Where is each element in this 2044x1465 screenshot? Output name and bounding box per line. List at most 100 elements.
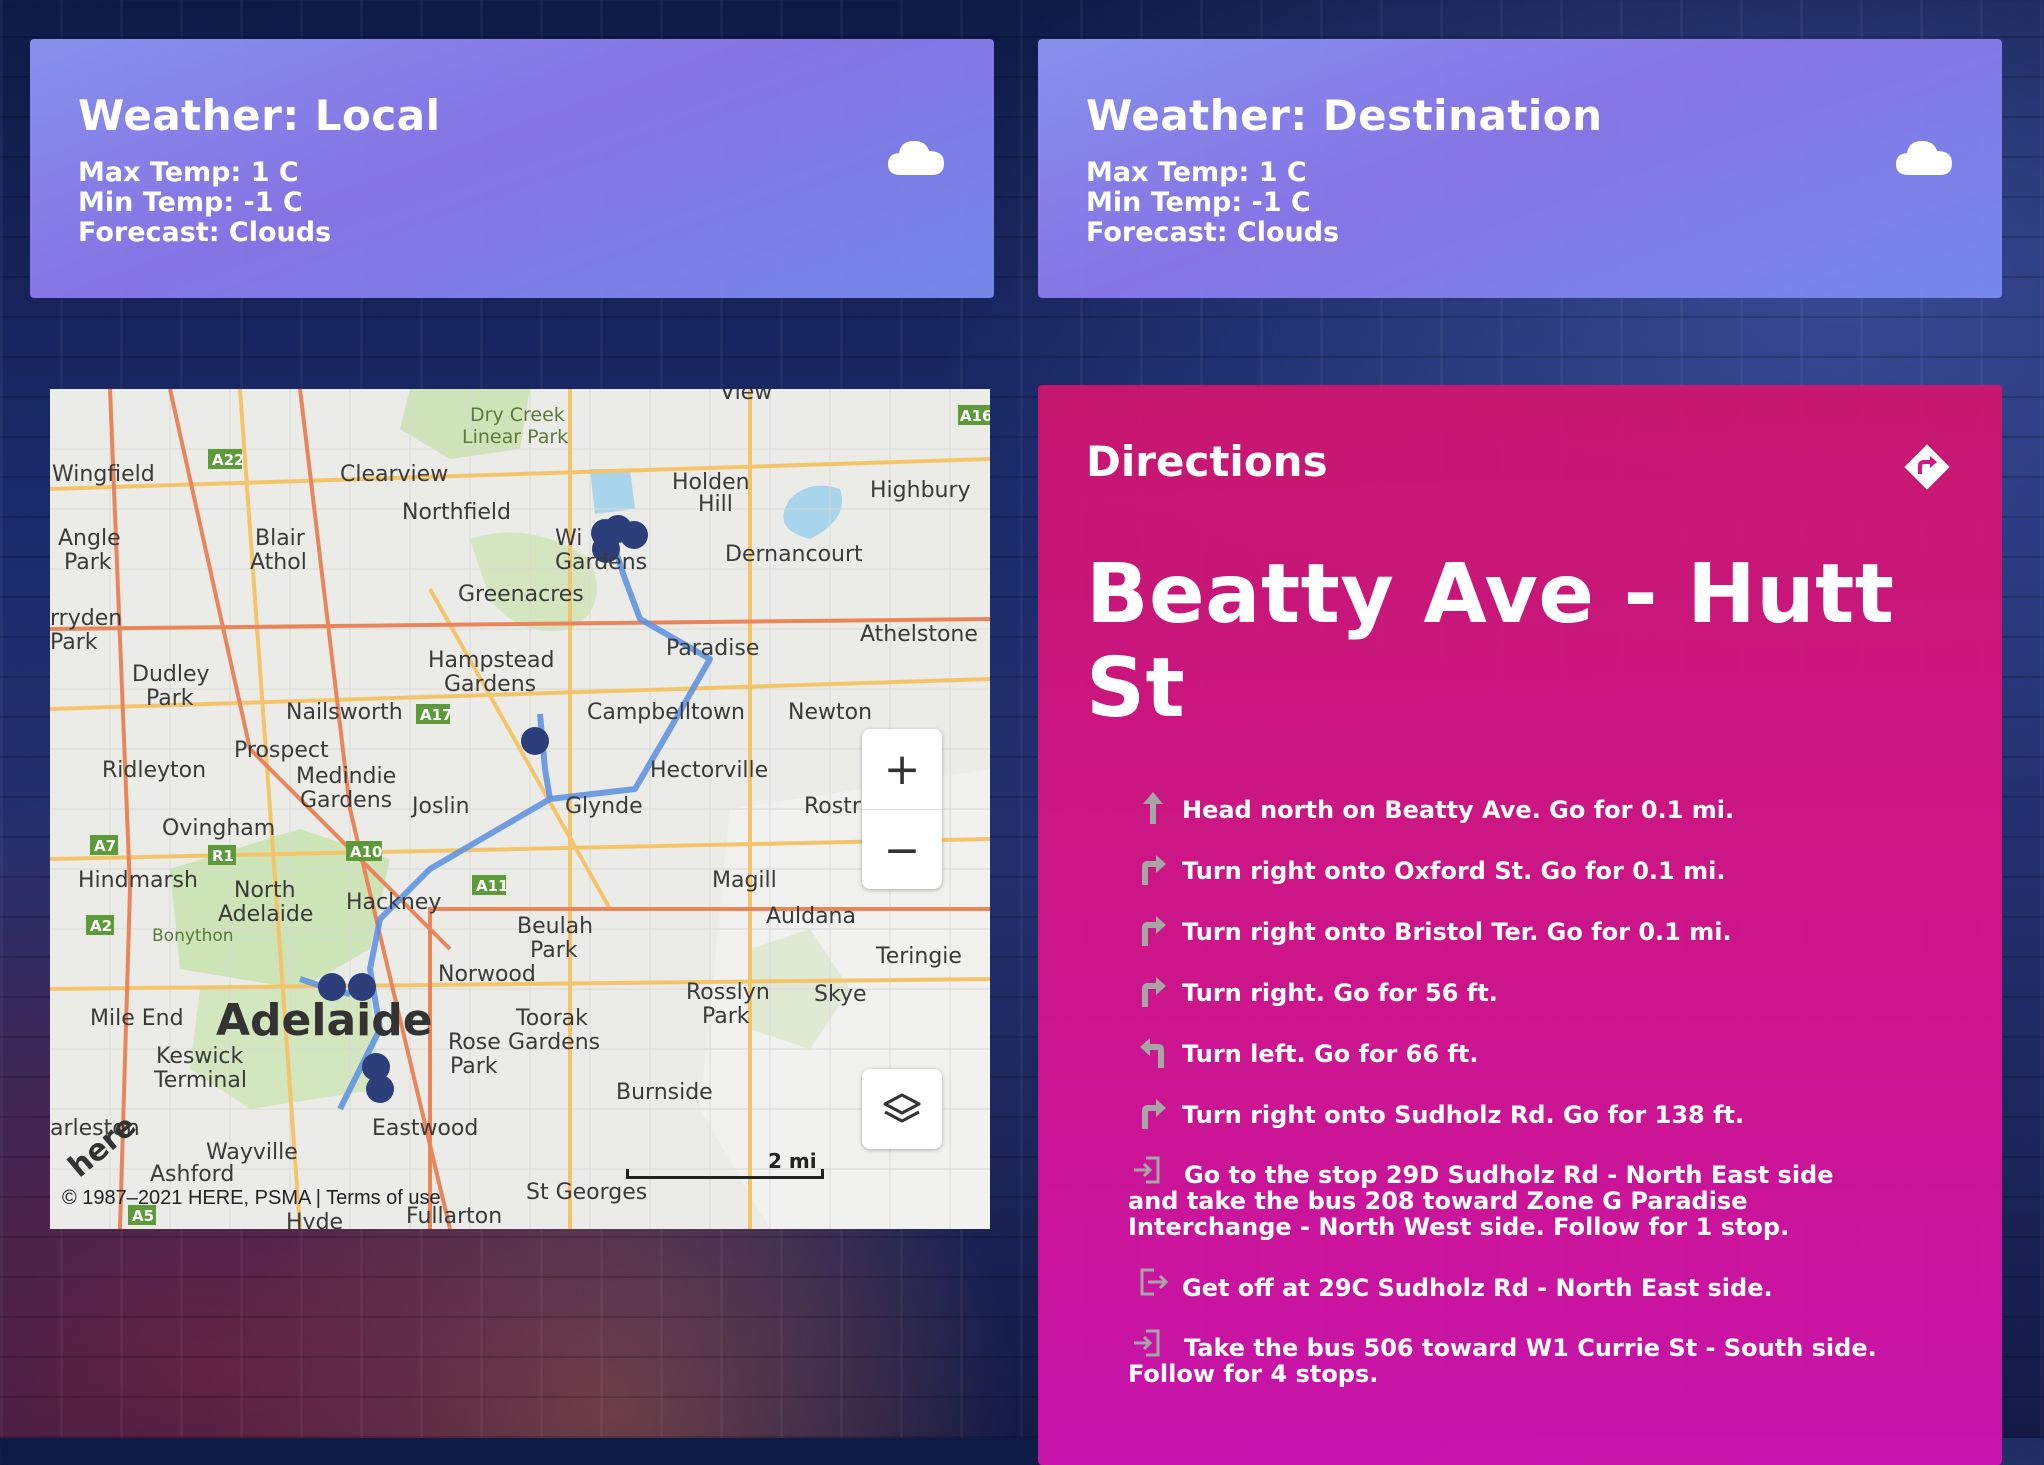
weather-local-max-temp: Max Temp: 1 C [78, 157, 299, 188]
direction-step-text: Turn left. Go for 66 ft. [1182, 1040, 1479, 1068]
exit-icon [1140, 1268, 1168, 1296]
map-label: Wingfield [52, 462, 155, 487]
map-label: Magill [712, 868, 777, 893]
map-label: North [234, 878, 296, 903]
map-label: Park [450, 1054, 498, 1079]
map-label: Nailsworth [286, 700, 403, 725]
direction-step: Turn right onto Bristol Ter. Go for 0.1 … [1086, 916, 1954, 946]
map-label: Athelstone [860, 622, 978, 647]
directions-card: Directions Beatty Ave - Hutt St Head nor… [1038, 385, 2002, 1465]
direction-step: Go to the stop 29D Sudholz Rd - North Ea… [1086, 1156, 1954, 1241]
road-shield: R1 [212, 847, 234, 865]
map-label: Toorak [515, 1006, 588, 1031]
road-shield: A17 [420, 706, 452, 724]
map-label: Terminal [153, 1068, 247, 1093]
direction-step: Get off at 29C Sudholz Rd - North East s… [1086, 1268, 1954, 1301]
map-label: St Georges [526, 1180, 647, 1205]
map-label: Bonython [152, 926, 234, 946]
map-label: Adelaide [218, 902, 313, 927]
weather-destination-forecast: Forecast: Clouds [1086, 217, 1340, 248]
road-shield: A2 [90, 917, 112, 935]
map-label: Park [146, 686, 194, 711]
road-shield: A22 [212, 451, 244, 469]
map-label: Eastwood [372, 1116, 478, 1141]
map-label: Burnside [616, 1080, 713, 1105]
directions-icon [1904, 444, 1950, 490]
map-label: Glynde [565, 794, 643, 819]
route-map[interactable]: Dry Creek Linear Park Wingfield Clearvie… [50, 389, 990, 1229]
zoom-out-button[interactable]: − [862, 809, 942, 890]
board-icon [1134, 1156, 1160, 1184]
road-shield: A7 [94, 837, 116, 855]
direction-step-text: Turn right onto Sudholz Rd. Go for 138 f… [1182, 1101, 1745, 1129]
direction-step-text: Turn right onto Bristol Ter. Go for 0.1 … [1182, 918, 1732, 946]
direction-step-text: Head north on Beatty Ave. Go for 0.1 mi. [1182, 796, 1735, 824]
map-label: Hindmarsh [78, 868, 198, 893]
map-label: Athol [250, 550, 307, 575]
map-canvas[interactable]: Dry Creek Linear Park Wingfield Clearvie… [50, 389, 990, 1229]
direction-step: Turn right onto Sudholz Rd. Go for 138 f… [1086, 1099, 1954, 1129]
zoom-in-button[interactable]: + [862, 729, 942, 809]
map-label: Teringie [875, 944, 962, 969]
turn-right-icon [1142, 977, 1166, 1007]
layers-icon [883, 1093, 921, 1123]
map-label: Rosslyn [686, 980, 770, 1005]
map-label: Hampstead [428, 648, 555, 673]
direction-step-text: Go to the stop 29D Sudholz Rd - North Ea… [1128, 1161, 1834, 1241]
map-label: Newton [788, 700, 872, 725]
map-label: rryden [50, 606, 122, 631]
direction-step: Head north on Beatty Ave. Go for 0.1 mi. [1086, 792, 1954, 824]
map-label: Ashford [150, 1162, 234, 1187]
map-label: Gardens [300, 788, 392, 813]
weather-local-card: Weather: Local Max Temp: 1 C Min Temp: -… [30, 39, 994, 298]
turn-right-icon [1142, 916, 1166, 946]
direction-step-text: Turn right. Go for 56 ft. [1182, 979, 1498, 1007]
map-label: Wi [555, 526, 582, 551]
map-copyright[interactable]: © 1987–2021 HERE, PSMA | Terms of use [62, 1187, 441, 1210]
map-label: Medindie [296, 764, 396, 789]
map-label: Gardens [555, 550, 647, 575]
map-label: Dry Creek [470, 404, 565, 426]
map-label: Linear Park [462, 426, 568, 448]
arrow-up-icon [1143, 792, 1163, 824]
map-label: Park [530, 938, 578, 963]
turn-right-icon [1142, 855, 1166, 885]
map-label: Norwood [438, 962, 536, 987]
board-icon [1134, 1329, 1160, 1357]
map-label: Joslin [410, 794, 470, 819]
map-label: Rose [448, 1030, 501, 1055]
weather-destination-card: Weather: Destination Max Temp: 1 C Min T… [1038, 39, 2002, 298]
directions-heading: Directions [1086, 437, 1328, 486]
map-label-adelaide: Adelaide [216, 995, 433, 1046]
map-label: Highbury [870, 478, 971, 503]
map-label: Dernancourt [725, 542, 863, 567]
map-label: Keswick [156, 1044, 244, 1069]
cloud-icon [1896, 141, 1952, 175]
map-label: Hyde [286, 1210, 343, 1229]
map-label: Auldana [766, 904, 856, 929]
map-label: Angle [58, 526, 121, 551]
map-label: Blair [255, 526, 306, 551]
direction-step: Take the bus 506 toward W1 Currie St - S… [1086, 1329, 1954, 1387]
map-label: Park [702, 1004, 750, 1029]
map-label: Hectorville [650, 758, 768, 783]
weather-destination-max-temp: Max Temp: 1 C [1086, 157, 1307, 188]
map-label: Gardens [444, 672, 536, 697]
map-label: Ridleyton [102, 758, 206, 783]
map-label: Ovingham [162, 816, 275, 841]
map-label: Beulah [517, 914, 593, 939]
road-shield: A11 [476, 877, 508, 895]
route-title: Beatty Ave - Hutt St [1086, 547, 1895, 736]
weather-destination-min-temp: Min Temp: -1 C [1086, 187, 1311, 218]
weather-local-title: Weather: Local [78, 91, 441, 140]
map-label: Northfield [402, 500, 511, 525]
map-label: Campbelltown [587, 700, 745, 725]
weather-destination-title: Weather: Destination [1086, 91, 1603, 140]
map-layers-button[interactable] [862, 1069, 942, 1149]
map-label: Hill [698, 492, 733, 517]
turn-left-icon [1140, 1038, 1164, 1068]
map-label: Mile End [90, 1006, 184, 1031]
map-scale-bar [626, 1169, 824, 1179]
map-label: Prospect [234, 738, 329, 763]
weather-local-forecast: Forecast: Clouds [78, 217, 332, 248]
